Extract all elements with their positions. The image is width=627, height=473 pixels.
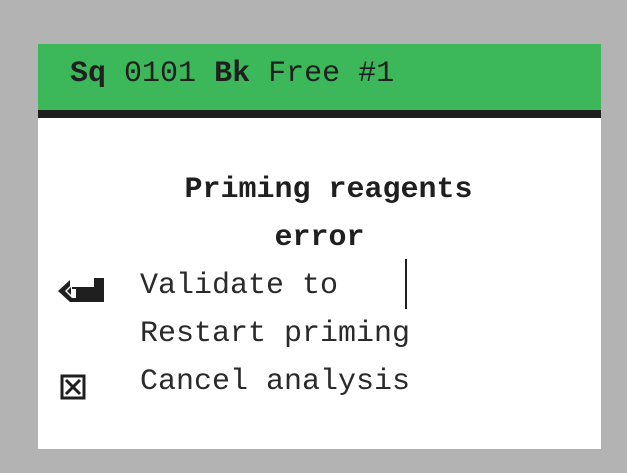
option-restart-priming[interactable]: Restart priming [140,316,410,352]
error-title-line2: error [274,221,365,255]
bk-value: Free #1 [268,57,395,91]
enter-key-icon[interactable] [56,278,114,304]
cancel-box-icon[interactable] [60,374,86,400]
device-screen: Sq 0101 Bk Free #1 Priming reagents erro… [38,44,601,449]
text-cursor [405,259,407,309]
header-text: Sq 0101 Bk Free #1 [70,56,394,92]
sq-label: Sq [70,57,107,91]
header-divider [38,110,601,118]
status-header: Sq 0101 Bk Free #1 [38,44,601,110]
option-validate[interactable]: Validate to [140,268,338,304]
option-cancel-analysis[interactable]: Cancel analysis [140,364,410,400]
bk-label: Bk [214,57,251,91]
error-title-line1: Priming reagents [184,173,473,207]
sq-value: 0101 [124,57,197,91]
